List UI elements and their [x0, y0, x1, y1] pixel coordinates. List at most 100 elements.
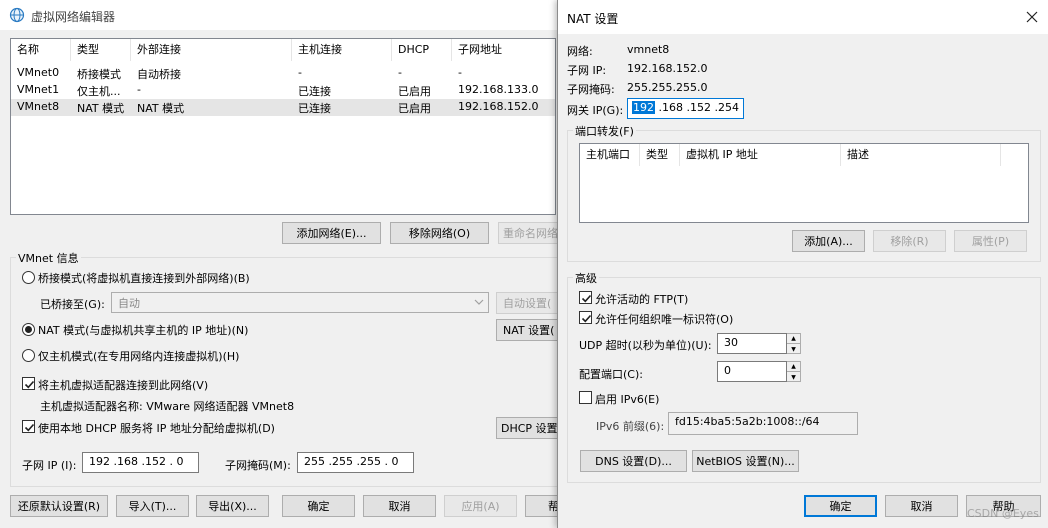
bridged-to-value: 自动 [118, 297, 140, 310]
allow-uid-checkbox[interactable] [579, 311, 592, 324]
subnet-mask-field[interactable]: 255 .255 .255 . 0 [297, 452, 414, 473]
bridge-mode-label[interactable]: 桥接模式(将虚拟机直接连接到外部网络)(B) [38, 270, 250, 286]
cell-name: VMnet8 [17, 100, 60, 113]
nat-mode-radio[interactable] [22, 323, 35, 336]
editor-titlebar: 虚拟网络编辑器 [0, 0, 560, 30]
editor-title: 虚拟网络编辑器 [31, 10, 116, 24]
close-icon[interactable] [1025, 10, 1039, 24]
globe-icon [9, 7, 25, 23]
bridged-to-select[interactable]: 自动 [111, 292, 489, 313]
ok-button[interactable]: 确定 [282, 495, 355, 517]
nat-subnet-ip-value: 192.168.152.0 [627, 62, 708, 75]
apply-button[interactable]: 应用(A) [444, 495, 517, 517]
use-dhcp-checkbox[interactable] [22, 420, 35, 433]
nat-cancel-button[interactable]: 取消 [885, 495, 958, 517]
auto-settings-button[interactable]: 自动设置( [496, 292, 560, 314]
subnet-ip-label: 子网 IP (I): [22, 459, 77, 472]
cell-type: NAT 模式 [77, 102, 125, 115]
table-row[interactable]: VMnet1 仅主机... - 已连接 已启用 192.168.133.0 [11, 82, 555, 99]
column-header[interactable]: 主机端口 [580, 144, 640, 166]
config-port-field[interactable]: 0 [717, 361, 787, 382]
gateway-selected-octet: 192 [632, 101, 655, 114]
cell-subnet: - [458, 66, 462, 79]
port-forwarding-title: 端口转发(F) [573, 123, 636, 139]
cell-type: 仅主机... [77, 85, 121, 98]
bridged-to-label: 已桥接至(G): [40, 298, 105, 311]
column-header[interactable]: 外部连接 [131, 39, 292, 61]
network-value: vmnet8 [627, 43, 670, 56]
cancel-button[interactable]: 取消 [363, 495, 436, 517]
cell-subnet: 192.168.133.0 [458, 83, 539, 96]
column-header[interactable]: DHCP [392, 39, 452, 61]
advanced-title: 高级 [573, 270, 599, 286]
spin-up-icon[interactable]: ▲ [787, 362, 800, 372]
udp-timeout-field[interactable]: 30 [717, 333, 787, 354]
nat-settings-dialog: NAT 设置 网络: vmnet8 子网 IP: 192.168.152.0 子… [557, 0, 1048, 528]
ipv6-prefix-label: IPv6 前缀(6): [596, 420, 665, 433]
spin-up-icon[interactable]: ▲ [787, 334, 800, 344]
chevron-down-icon [474, 296, 484, 308]
port-forwarding-list[interactable]: 主机端口 类型 虚拟机 IP 地址 描述 [579, 143, 1029, 223]
nat-settings-button[interactable]: NAT 设置( [496, 319, 560, 341]
table-row-selected[interactable]: VMnet8 NAT 模式 NAT 模式 已连接 已启用 192.168.152… [11, 99, 555, 116]
add-network-button[interactable]: 添加网络(E)... [282, 222, 381, 244]
netbios-settings-button[interactable]: NetBIOS 设置(N)... [692, 450, 799, 472]
column-header[interactable]: 描述 [841, 144, 1001, 166]
rename-network-button[interactable]: 重命名网络 [498, 222, 560, 244]
vmnet-info-title: VMnet 信息 [16, 250, 81, 266]
restore-defaults-button[interactable]: 还原默认设置(R) [10, 495, 108, 517]
host-only-mode-label[interactable]: 仅主机模式(在专用网络内连接虚拟机)(H) [38, 348, 239, 364]
column-header[interactable]: 类型 [640, 144, 680, 166]
add-port-button[interactable]: 添加(A)... [792, 230, 865, 252]
spin-down-icon[interactable]: ▼ [787, 372, 800, 382]
column-header[interactable]: 子网地址 [452, 39, 557, 61]
subnet-mask-label: 子网掩码(M): [225, 459, 291, 472]
spin-down-icon[interactable]: ▼ [787, 344, 800, 354]
cell-host: 已连接 [298, 85, 331, 98]
cell-dhcp: 已启用 [398, 102, 431, 115]
cell-dhcp: 已启用 [398, 85, 431, 98]
udp-timeout-stepper[interactable]: ▲ ▼ [787, 333, 801, 354]
network-list[interactable]: 名称 类型 外部连接 主机连接 DHCP 子网地址 VMnet0 桥接模式 自动… [10, 38, 556, 215]
udp-timeout-label: UDP 超时(以秒为单位)(U): [579, 339, 712, 352]
connect-adapter-label[interactable]: 将主机虚拟适配器连接到此网络(V) [38, 377, 208, 393]
dhcp-settings-button[interactable]: DHCP 设置( [496, 417, 560, 439]
allow-uid-label[interactable]: 允许任何组织唯一标识符(O) [595, 311, 733, 327]
virtual-network-editor-window: 虚拟网络编辑器 名称 类型 外部连接 主机连接 DHCP 子网地址 VMnet0… [0, 0, 570, 528]
remove-network-button[interactable]: 移除网络(O) [390, 222, 489, 244]
allow-ftp-label[interactable]: 允许活动的 FTP(T) [595, 291, 688, 307]
export-button[interactable]: 导出(X)... [196, 495, 269, 517]
ipv6-prefix-field[interactable]: fd15:4ba5:5a2b:1008::/64 [668, 412, 858, 435]
dns-settings-button[interactable]: DNS 设置(D)... [580, 450, 687, 472]
column-header[interactable]: 主机连接 [292, 39, 392, 61]
cell-external: 自动桥接 [137, 68, 181, 81]
properties-button[interactable]: 属性(P) [954, 230, 1027, 252]
list-header: 名称 类型 外部连接 主机连接 DHCP 子网地址 [11, 39, 555, 61]
nat-dialog-title: NAT 设置 [567, 12, 619, 26]
column-header[interactable]: 类型 [71, 39, 131, 61]
cell-external: - [137, 83, 141, 96]
remove-port-button[interactable]: 移除(R) [873, 230, 946, 252]
enable-ipv6-label[interactable]: 启用 IPv6(E) [595, 391, 659, 407]
cell-external: NAT 模式 [137, 102, 185, 115]
gateway-rest: .168 .152 .254 [655, 101, 739, 114]
config-port-stepper[interactable]: ▲ ▼ [787, 361, 801, 382]
import-button[interactable]: 导入(T)... [116, 495, 189, 517]
enable-ipv6-checkbox[interactable] [579, 391, 592, 404]
nat-mode-label[interactable]: NAT 模式(与虚拟机共享主机的 IP 地址)(N) [38, 322, 248, 338]
subnet-ip-field[interactable]: 192 .168 .152 . 0 [82, 452, 199, 473]
column-header[interactable]: 虚拟机 IP 地址 [680, 144, 841, 166]
watermark: CSDN @Eyes [967, 507, 1039, 520]
gateway-ip-field[interactable]: 192 .168 .152 .254 [627, 98, 744, 119]
allow-ftp-checkbox[interactable] [579, 291, 592, 304]
nat-ok-button[interactable]: 确定 [804, 495, 877, 517]
bridge-mode-radio[interactable] [22, 271, 35, 284]
column-header[interactable]: 名称 [11, 39, 71, 61]
use-dhcp-label[interactable]: 使用本地 DHCP 服务将 IP 地址分配给虚拟机(D) [38, 420, 275, 436]
cell-dhcp: - [398, 66, 402, 79]
table-row[interactable]: VMnet0 桥接模式 自动桥接 - - - [11, 65, 555, 82]
nat-subnet-mask-label: 子网掩码: [567, 83, 615, 96]
host-only-mode-radio[interactable] [22, 349, 35, 362]
connect-adapter-checkbox[interactable] [22, 377, 35, 390]
help-button[interactable]: 帮 [525, 495, 560, 517]
